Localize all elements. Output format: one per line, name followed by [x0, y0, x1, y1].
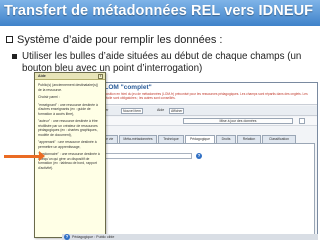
question-icon[interactable]: ? — [196, 153, 202, 159]
bottom-field-label: Pédagogique : Public cible — [72, 235, 115, 239]
new-item-button[interactable]: Nouvel item — [121, 107, 143, 114]
tooltip-paragraph: "apprenant" : une ressource destinée à p… — [38, 140, 97, 149]
bottom-field-bar: ? Pédagogique : Public cible — [62, 234, 318, 240]
display-button[interactable]: Afficher — [169, 107, 185, 114]
slide-title-bar: Transfert de métadonnées REL vers IDNEUF — [0, 0, 320, 26]
update-data-button[interactable]: Mise à jour des données — [183, 118, 293, 124]
help-link[interactable]: Aide — [157, 108, 164, 112]
tab-meta-metadonnees[interactable]: Méta-métadonnées — [119, 135, 157, 143]
tooltip-paragraph: Public(s) (anciennement destinataire(s))… — [38, 83, 99, 92]
tab-pedagogique[interactable]: Pédagogique — [185, 135, 215, 143]
tab-technique[interactable]: Technique — [158, 135, 184, 143]
tooltip-paragraph: Choisir parmi : — [38, 95, 60, 99]
tooltip-paragraph: "gestionnaire" : une ressource destinée … — [38, 152, 100, 170]
tooltip-header: Aide x — [35, 73, 105, 80]
arrow-icon — [4, 151, 45, 161]
tab-classification[interactable]: Classification — [262, 135, 296, 143]
square-bullet-icon — [12, 54, 17, 59]
tooltip-paragraph: "auteur" : une ressource destinée à être… — [38, 119, 98, 137]
question-icon[interactable]: ? — [64, 234, 70, 240]
tooltip-title: Aide — [38, 74, 46, 78]
tab-droits[interactable]: Droits — [216, 135, 236, 143]
refresh-icon[interactable] — [299, 118, 305, 124]
tooltip-paragraph: "enseignant" : une ressource destinée à … — [38, 102, 98, 116]
main-bullet: Système d’aide pour remplir les données … — [6, 34, 222, 46]
slide-title: Transfert de métadonnées REL vers IDNEUF — [4, 3, 314, 19]
close-icon[interactable]: x — [98, 74, 103, 79]
tab-relation[interactable]: Relation — [237, 135, 261, 143]
checkbox-bullet-icon — [6, 36, 13, 43]
tooltip-body: Public(s) (anciennement destinataire(s))… — [38, 83, 102, 173]
main-bullet-text: Système d’aide pour remplir les données … — [17, 34, 223, 46]
sub-bullet-text: Utiliser les bulles d’aide situées au dé… — [22, 51, 302, 74]
